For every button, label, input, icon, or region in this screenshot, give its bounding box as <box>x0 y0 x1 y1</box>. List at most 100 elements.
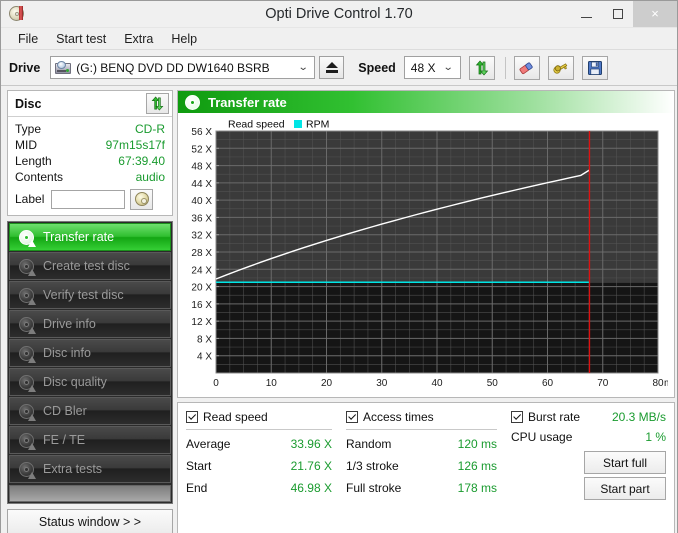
drive-select[interactable]: (G:) BENQ DVD DD DW1640 BSRB ⌄ <box>50 56 316 79</box>
drive-select-value: (G:) BENQ DVD DD DW1640 BSRB <box>76 60 270 75</box>
result-key: CPU usage <box>511 430 573 444</box>
result-row-average: Average 33.96 X <box>186 433 346 455</box>
chevron-down-icon: ⌄ <box>443 62 455 73</box>
disc-row-mid-key: MID <box>15 138 37 152</box>
sidebar-item-label: Drive info <box>43 317 96 331</box>
burst-rate-title: Burst rate <box>528 410 581 424</box>
content-area: Transfer rate 4 X 8 X 12 X 16 X 20 X 24 X 28 X… <box>177 90 675 533</box>
eraser-icon <box>519 61 533 74</box>
svg-text:0: 0 <box>213 378 219 389</box>
speed-select[interactable]: 48 X ⌄ <box>403 56 461 79</box>
cd-disc-icon <box>134 192 149 206</box>
disc-info-rows: Type CD-R MID 97m15s17f Length 67:39.40 … <box>8 117 172 215</box>
menu-start-test[interactable]: Start test <box>47 30 115 48</box>
sidebar-item-transfer-rate[interactable]: Transfer rate <box>9 223 171 251</box>
settings-button[interactable] <box>547 55 574 80</box>
maximize-button[interactable] <box>602 0 633 27</box>
sidebar-item-verify-test-disc[interactable]: Verify test disc <box>9 281 171 309</box>
start-part-button[interactable]: Start part <box>584 477 666 500</box>
refresh-arrows-icon <box>151 96 164 111</box>
result-key: Random <box>346 437 392 451</box>
main-body: Disc Type CD-R MID 97m15s17f Length 67:3… <box>1 86 677 533</box>
disc-label-read-button[interactable] <box>130 188 154 210</box>
disc-row-length-key: Length <box>15 154 52 168</box>
svg-text:56 X: 56 X <box>191 127 212 138</box>
floppy-save-icon <box>587 60 602 75</box>
sidebar-filler <box>9 485 171 502</box>
transfer-rate-chart[interactable]: 4 X 8 X 12 X 16 X 20 X 24 X 28 X 32 X 36 X 40 X 44… <box>182 117 668 395</box>
disc-row-contents-key: Contents <box>15 170 64 184</box>
result-row-full-stroke: Full stroke 178 ms <box>346 477 511 499</box>
chart-plot-area[interactable]: 4 X 8 X 12 X 16 X 20 X 24 X 28 X 32 X 36 X 40 X 44… <box>178 113 674 397</box>
svg-text:36 X: 36 X <box>191 213 212 224</box>
sidebar-item-label: Extra tests <box>43 462 103 476</box>
results-panel: Read speed Average 33.96 X Start 21.76 X… <box>177 402 675 533</box>
sidebar-item-label: Disc info <box>43 346 91 360</box>
result-row-end: End 46.98 X <box>186 477 346 499</box>
save-button[interactable] <box>581 55 608 80</box>
menu-file[interactable]: File <box>9 30 47 48</box>
chart-title: Transfer rate <box>208 94 287 110</box>
menu-help[interactable]: Help <box>162 30 206 48</box>
disc-verify-icon <box>18 287 36 305</box>
burst-rate-header: Burst rate 20.3 MB/s <box>511 408 666 426</box>
keys-icon <box>553 62 568 74</box>
svg-text:50: 50 <box>487 378 499 389</box>
burst-rate-checkbox[interactable] <box>511 411 523 423</box>
chart-header: Transfer rate <box>178 91 674 113</box>
transfer-rate-panel: Transfer rate 4 X 8 X 12 X 16 X 20 X 24 X 28 X… <box>177 90 675 398</box>
sidebar-item-label: Transfer rate <box>43 230 115 244</box>
pen-icon <box>19 6 23 20</box>
app-window: Opti Drive Control 1.70 × File Start tes… <box>0 0 678 533</box>
disc-info-icon <box>18 345 36 363</box>
disc-panel: Disc Type CD-R MID 97m15s17f Length 67:3… <box>7 90 173 216</box>
result-value: 126 ms <box>457 459 497 473</box>
svg-text:40 X: 40 X <box>191 196 212 207</box>
eject-icon <box>325 62 338 68</box>
sidebar-item-drive-info[interactable]: Drive info <box>9 310 171 338</box>
toolbar-separator <box>504 56 506 79</box>
sidebar-item-disc-info[interactable]: Disc info <box>9 339 171 367</box>
disc-refresh-button[interactable] <box>146 93 169 114</box>
result-key: Average <box>186 437 231 451</box>
disc-row-mid-value: 97m15s17f <box>105 138 165 152</box>
read-speed-checkbox[interactable] <box>186 411 198 423</box>
result-key: End <box>186 481 208 495</box>
sidebar-item-create-test-disc[interactable]: Create test disc <box>9 252 171 280</box>
disc-drive-info-icon <box>18 316 36 334</box>
disc-label-input[interactable] <box>51 189 126 209</box>
minimize-button[interactable] <box>571 0 602 27</box>
sidebar-item-label: CD Bler <box>43 404 87 418</box>
disc-row-length: Length 67:39.40 <box>15 153 165 169</box>
svg-text:4 X: 4 X <box>197 352 212 363</box>
app-icon <box>9 5 27 23</box>
menu-extra[interactable]: Extra <box>115 30 162 48</box>
result-value: 178 ms <box>457 481 497 495</box>
svg-text:16 X: 16 X <box>191 300 212 311</box>
sidebar-item-label: Create test disc <box>43 259 130 273</box>
sidebar: Disc Type CD-R MID 97m15s17f Length 67:3… <box>7 90 173 533</box>
sidebar-item-cd-bler[interactable]: CD Bler <box>9 397 171 425</box>
burst-rate-results: Burst rate 20.3 MB/s CPU usage 1 % Start… <box>511 408 666 529</box>
svg-text:12 X: 12 X <box>191 317 212 328</box>
result-value: 120 ms <box>457 437 497 451</box>
eject-button[interactable] <box>319 56 345 79</box>
divider <box>346 429 497 430</box>
result-value: 1 % <box>645 430 666 444</box>
access-times-checkbox[interactable] <box>346 411 358 423</box>
access-times-header: Access times <box>346 408 511 426</box>
sidebar-item-extra-tests[interactable]: Extra tests <box>9 455 171 483</box>
read-speed-results: Read speed Average 33.96 X Start 21.76 X… <box>186 408 346 529</box>
start-full-button[interactable]: Start full <box>584 451 666 474</box>
refresh-button[interactable] <box>468 55 495 80</box>
close-button[interactable]: × <box>633 0 677 27</box>
result-value: 21.76 X <box>290 459 332 473</box>
speed-select-value: 48 X <box>410 60 436 75</box>
chevron-down-icon: ⌄ <box>297 62 309 73</box>
svg-text:10: 10 <box>266 378 278 389</box>
status-window-button[interactable]: Status window > > <box>7 509 173 533</box>
svg-text:44 X: 44 X <box>191 179 212 190</box>
erase-button[interactable] <box>513 55 540 80</box>
sidebar-item-fe-te[interactable]: FE / TE <box>9 426 171 454</box>
sidebar-item-disc-quality[interactable]: Disc quality <box>9 368 171 396</box>
